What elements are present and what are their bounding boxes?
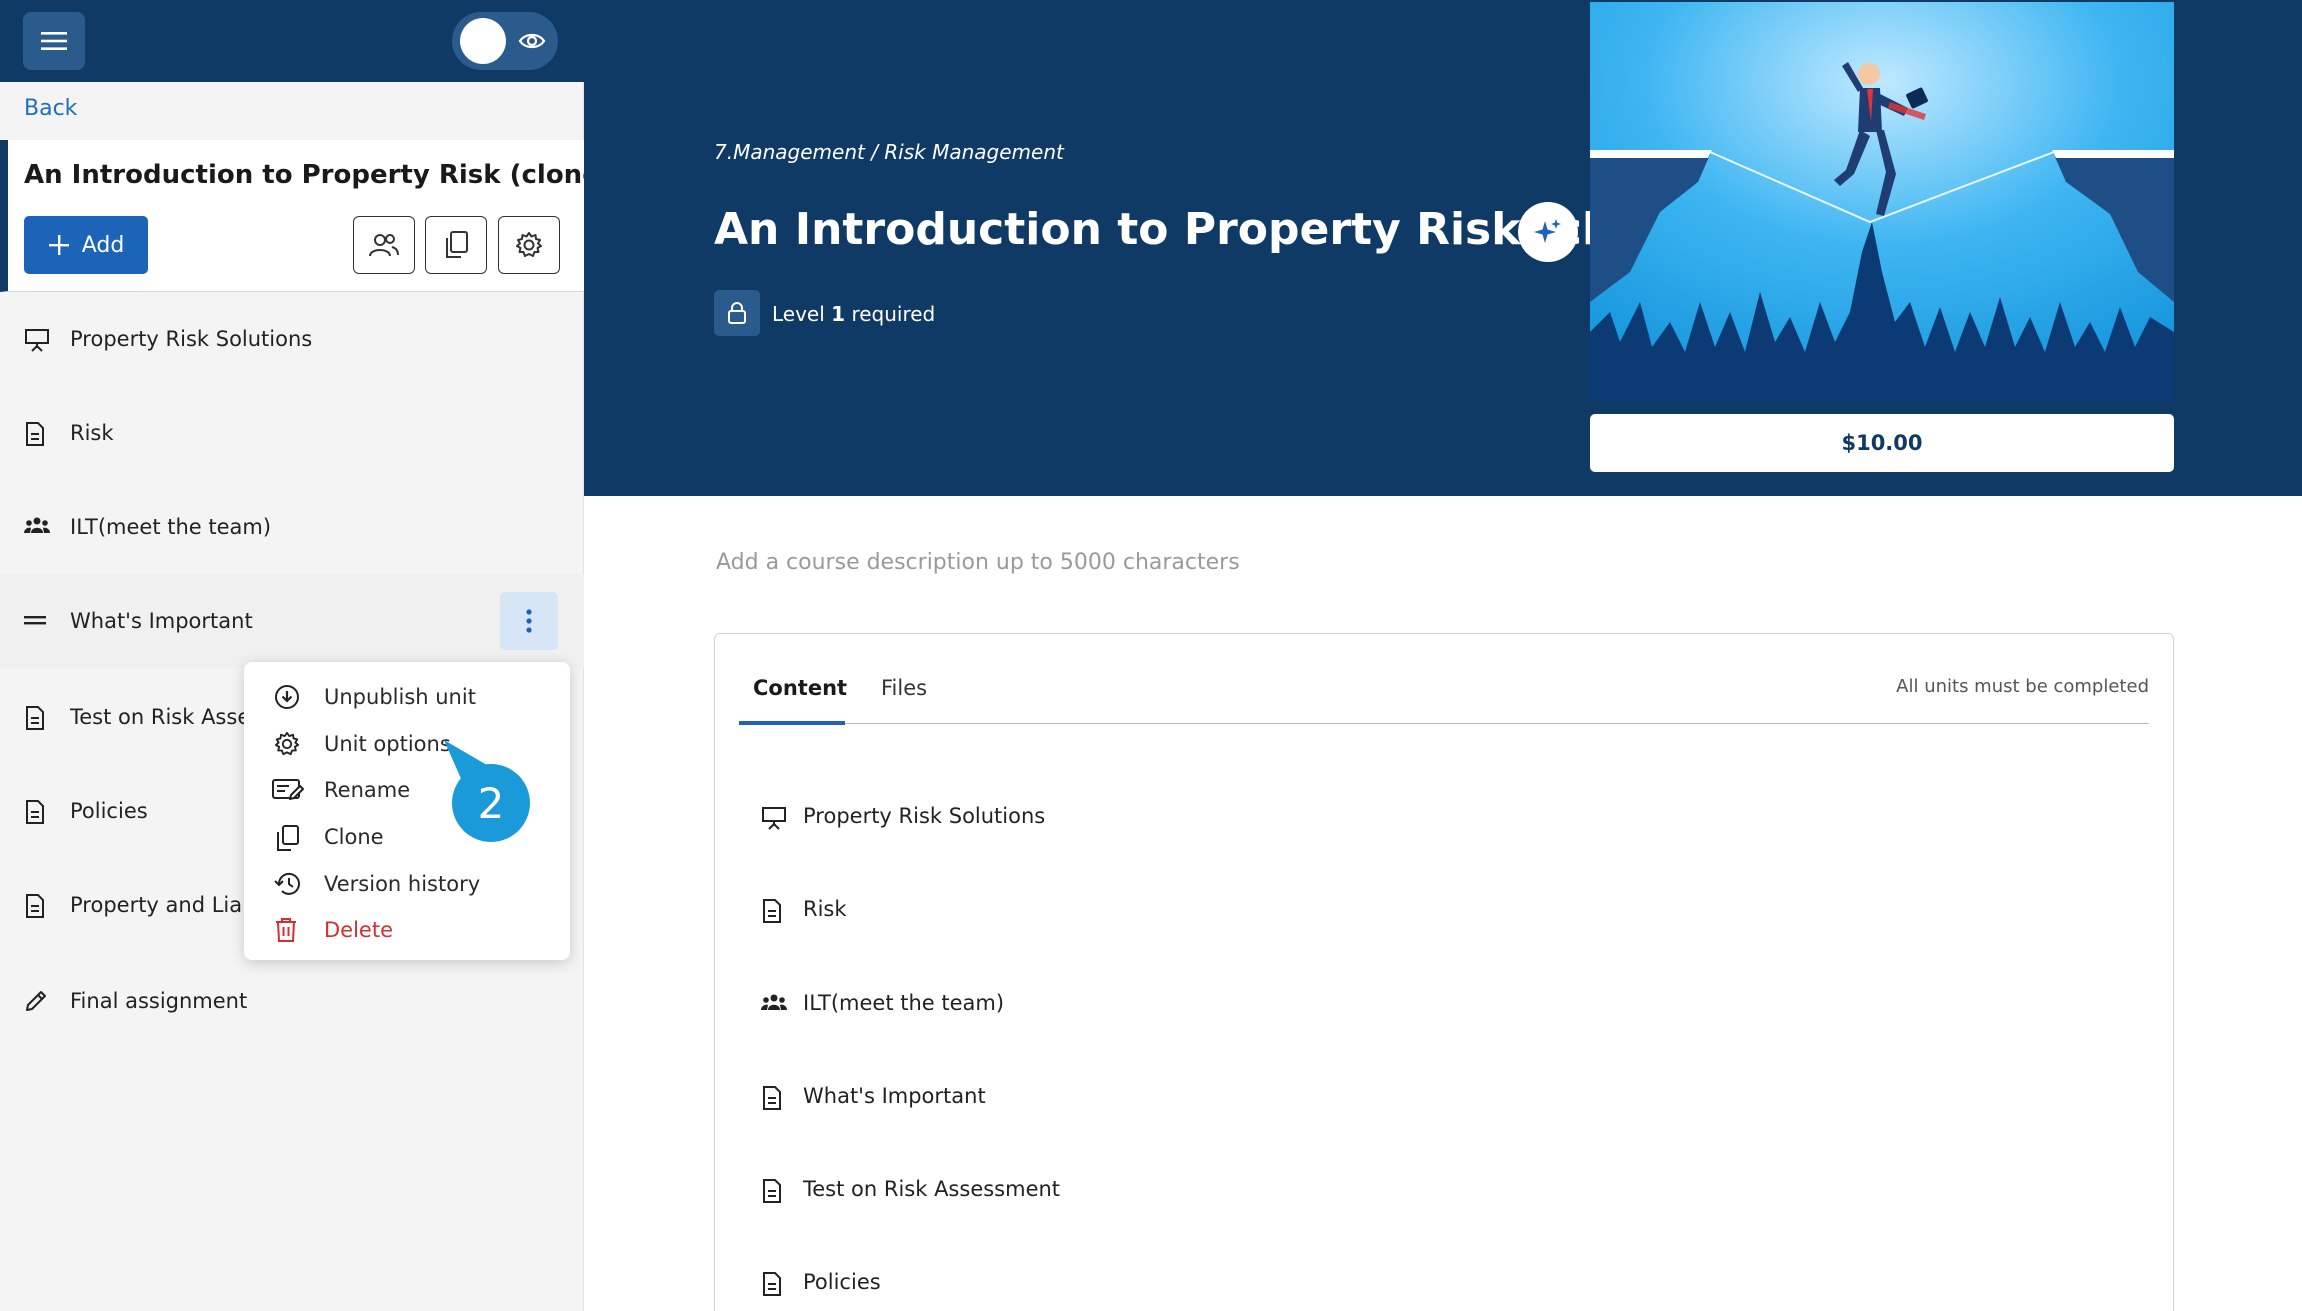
- active-tab-indicator: [739, 721, 845, 725]
- menu-item-label: Delete: [324, 918, 393, 942]
- menu-item-label: Clone: [324, 825, 384, 849]
- sidebar-unit-label: Property and Liabi: [70, 893, 244, 917]
- sidebar-unit-item[interactable]: Risk: [0, 386, 584, 480]
- document-icon: [763, 899, 781, 923]
- add-button[interactable]: Add: [24, 216, 148, 274]
- sidebar-unit-item[interactable]: Final assignment: [0, 954, 584, 1048]
- content-unit-item[interactable]: Policies: [739, 1253, 2139, 1311]
- content-unit-label: What's Important: [803, 1084, 986, 1108]
- menu-item-delete[interactable]: Delete: [244, 907, 570, 953]
- course-cover-image[interactable]: [1590, 2, 2174, 402]
- trash-icon: [276, 918, 296, 942]
- back-link[interactable]: Back: [24, 96, 77, 121]
- content-unit-label: Test on Risk Assessment: [803, 1177, 1061, 1201]
- content-unit-item[interactable]: What's Important: [739, 1067, 2139, 1127]
- rename-icon: [272, 779, 304, 800]
- toggle-knob: [460, 18, 506, 64]
- document-icon: [763, 1086, 781, 1110]
- history-icon: [274, 872, 300, 895]
- tab-files[interactable]: Files: [881, 676, 927, 700]
- content-unit-label: Property Risk Solutions: [803, 804, 1046, 828]
- sidebar-unit-item[interactable]: ILT(meet the team): [0, 480, 584, 574]
- step-badge: 2: [452, 764, 530, 842]
- add-button-label: Add: [81, 232, 125, 258]
- eye-icon: [518, 33, 546, 49]
- lock-icon: [728, 302, 746, 324]
- copy-course-button[interactable]: [425, 216, 487, 274]
- sidebar-toolbar: [0, 0, 584, 82]
- copy-icon: [446, 231, 468, 258]
- content-unit-item[interactable]: ILT(meet the team): [739, 974, 2139, 1034]
- level-prefix: Level: [772, 302, 825, 326]
- course-title: An Introduction to Property Risk (clone): [24, 160, 612, 190]
- content-panel: Content Files All units must be complete…: [714, 633, 2174, 1311]
- group-icon: [24, 517, 50, 533]
- menu-item-label: Unpublish unit: [324, 685, 476, 709]
- kebab-menu-icon: [526, 609, 532, 633]
- sidebar-unit-label: Test on Risk Assess: [70, 705, 250, 729]
- document-icon: [26, 706, 44, 730]
- menu-item-label: Unit options: [324, 732, 451, 756]
- content-unit-item[interactable]: Test on Risk Assessment: [739, 1160, 2139, 1220]
- users-button[interactable]: [353, 216, 415, 274]
- menu-item-version-history[interactable]: Version history: [244, 861, 570, 907]
- course-header: An Introduction to Property Risk (clone)…: [0, 140, 612, 292]
- completion-rule: All units must be completed: [1896, 676, 2149, 697]
- hamburger-icon: [41, 32, 67, 50]
- sidebar-unit-label: Final assignment: [70, 989, 248, 1013]
- course-settings-button[interactable]: [498, 216, 560, 274]
- sidebar-unit-label: Policies: [70, 799, 148, 823]
- download-circle-icon: [275, 685, 299, 709]
- preview-toggle[interactable]: [452, 12, 558, 70]
- users-icon: [369, 234, 399, 257]
- level-requirement: Level 1 required: [772, 302, 935, 326]
- sidebar-unit-item[interactable]: Property Risk Solutions: [0, 292, 584, 386]
- plus-icon: [48, 235, 69, 255]
- presentation-icon: [762, 807, 786, 830]
- tab-content[interactable]: Content: [753, 676, 847, 700]
- tightrope-illustration: [1590, 2, 2174, 402]
- tab-divider: [739, 723, 2149, 724]
- sidebar-unit-label: What's Important: [70, 609, 253, 633]
- menu-item-unit-options[interactable]: Unit options: [244, 721, 570, 767]
- sidebar-unit-item-selected[interactable]: What's Important: [0, 574, 584, 668]
- gear-icon: [274, 731, 300, 756]
- menu-item-unpublish-unit[interactable]: Unpublish unit: [244, 674, 570, 720]
- level-value: 1: [831, 302, 846, 326]
- copy-icon: [277, 825, 299, 851]
- content-unit-item[interactable]: Property Risk Solutions: [739, 787, 2139, 847]
- pencil-icon: [26, 991, 46, 1011]
- sidebar: Back An Introduction to Property Risk (c…: [0, 0, 612, 1311]
- course-price[interactable]: $10.00: [1590, 414, 2174, 472]
- sidebar-unit-label: Risk: [70, 421, 114, 445]
- document-icon: [763, 1179, 781, 1203]
- group-icon: [761, 994, 787, 1010]
- document-icon: [26, 894, 44, 918]
- presentation-icon: [25, 329, 49, 352]
- course-description-input[interactable]: Add a course description up to 5000 char…: [716, 550, 1240, 575]
- sidebar-unit-label: ILT(meet the team): [70, 515, 272, 539]
- menu-item-label: Version history: [324, 872, 481, 896]
- content-unit-label: ILT(meet the team): [803, 991, 1005, 1015]
- content-unit-label: Risk: [803, 897, 847, 921]
- sidebar-unit-label: Property Risk Solutions: [70, 327, 313, 351]
- document-icon: [26, 422, 44, 446]
- content-unit-label: Policies: [803, 1270, 881, 1294]
- document-icon: [26, 800, 44, 824]
- menu-button[interactable]: [23, 12, 85, 70]
- section-divider-icon: [24, 616, 46, 625]
- gear-icon: [516, 232, 542, 257]
- level-lock-badge: [714, 290, 760, 336]
- breadcrumb[interactable]: 7.Management / Risk Management: [714, 140, 1064, 164]
- menu-item-label: Rename: [324, 778, 411, 802]
- content-unit-item[interactable]: Risk: [739, 880, 2139, 940]
- level-suffix: required: [851, 302, 936, 326]
- ai-assist-button[interactable]: [1518, 202, 1578, 262]
- course-banner: 7.Management / Risk Management An Introd…: [584, 0, 2302, 496]
- document-icon: [763, 1272, 781, 1296]
- sparkle-icon: [1534, 219, 1561, 243]
- unit-more-options-button[interactable]: [500, 592, 558, 650]
